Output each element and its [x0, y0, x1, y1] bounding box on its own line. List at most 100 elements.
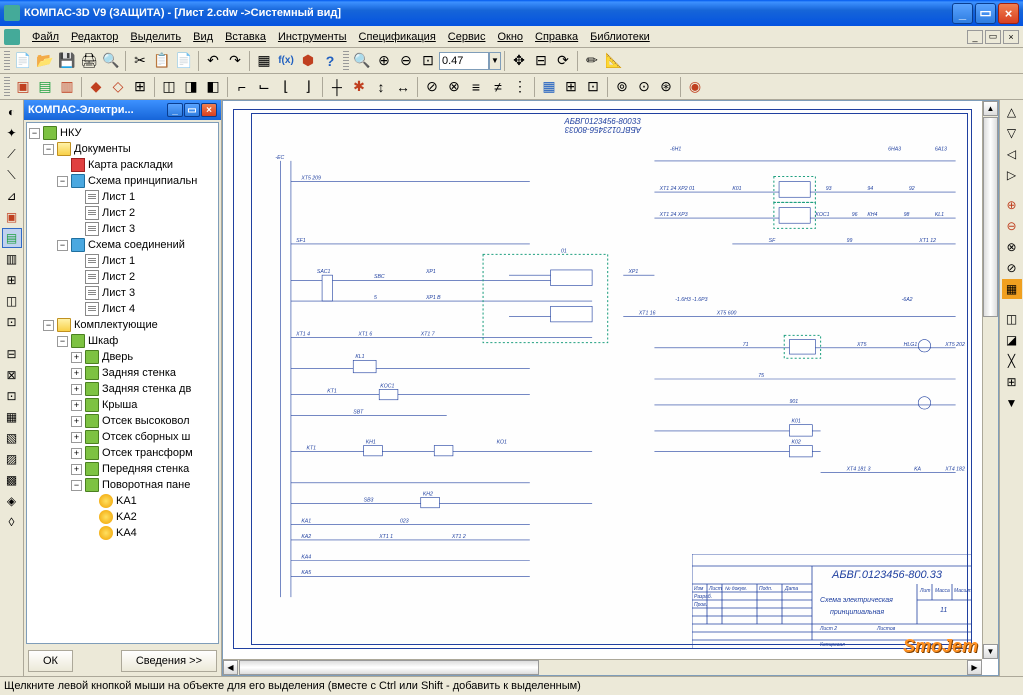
menu-help[interactable]: Справка — [529, 28, 584, 46]
menu-window[interactable]: Окно — [491, 28, 529, 46]
zoom-fit-button[interactable]: ⊡ — [417, 50, 439, 72]
tree-s1-sheet3[interactable]: Лист 3 — [29, 221, 216, 237]
zoom-prev-button[interactable]: ⊟ — [530, 50, 552, 72]
mdi-close[interactable]: × — [1003, 30, 1019, 44]
tree-s2-sheet3[interactable]: Лист 3 — [29, 285, 216, 301]
tree-layout[interactable]: Карта раскладки — [29, 157, 216, 173]
et-23[interactable]: ▦ — [538, 76, 560, 98]
zoom-input[interactable] — [439, 52, 489, 70]
scroll-down[interactable]: ▼ — [983, 644, 998, 659]
menu-insert[interactable]: Вставка — [219, 28, 272, 46]
tree-minimize[interactable]: _ — [167, 103, 183, 117]
et-12[interactable]: ⌊ — [275, 76, 297, 98]
drawing-canvas[interactable]: АБВГ0123456-80033 АБВГ0123456-80033 -EC … — [222, 100, 999, 676]
lt1-16[interactable]: ▧ — [2, 428, 22, 448]
et-11[interactable]: ⌙ — [253, 76, 275, 98]
tree-back1[interactable]: +Задняя стенка — [29, 365, 216, 381]
rt1-6[interactable]: ⊖ — [1002, 216, 1022, 236]
tree-ka4[interactable]: KA4 — [29, 525, 216, 541]
help-button[interactable]: ? — [319, 50, 341, 72]
menu-tools[interactable]: Инструменты — [272, 28, 353, 46]
et-17[interactable]: ↔ — [392, 76, 414, 98]
lt1-12[interactable]: ⊟ — [2, 344, 22, 364]
tree-schema2[interactable]: −Схема соединений — [29, 237, 216, 253]
mdi-minimize[interactable]: _ — [967, 30, 983, 44]
redo-button[interactable]: ↷ — [224, 50, 246, 72]
et-16[interactable]: ↕ — [370, 76, 392, 98]
lt1-17[interactable]: ▨ — [2, 449, 22, 469]
zoom-dropdown[interactable]: ▼ — [489, 52, 501, 70]
lt1-14[interactable]: ⊡ — [2, 386, 22, 406]
tree-s2-sheet1[interactable]: Лист 1 — [29, 253, 216, 269]
lt1-2[interactable]: ✦ — [2, 123, 22, 143]
tree-s1-sheet1[interactable]: Лист 1 — [29, 189, 216, 205]
lt1-11[interactable]: ⊡ — [2, 312, 22, 332]
et-10[interactable]: ⌐ — [231, 76, 253, 98]
et-28[interactable]: ⊛ — [655, 76, 677, 98]
scroll-left[interactable]: ◀ — [223, 660, 238, 675]
rt1-10[interactable]: ◫ — [1002, 309, 1022, 329]
lt1-8[interactable]: ▥ — [2, 249, 22, 269]
tree-s2-sheet2[interactable]: Лист 2 — [29, 269, 216, 285]
menu-lib[interactable]: Библиотеки — [584, 28, 656, 46]
lt1-7[interactable]: ▤ — [2, 228, 22, 248]
et-15[interactable]: ✱ — [348, 76, 370, 98]
rt1-12[interactable]: ╳ — [1002, 351, 1022, 371]
menu-select[interactable]: Выделить — [124, 28, 187, 46]
lt1-6[interactable]: ▣ — [2, 207, 22, 227]
lt1-10[interactable]: ◫ — [2, 291, 22, 311]
tree-s2-sheet4[interactable]: Лист 4 — [29, 301, 216, 317]
toolbar-handle[interactable] — [343, 51, 349, 71]
lt1-19[interactable]: ◈ — [2, 491, 22, 511]
tree-schema1[interactable]: −Схема принципиальн — [29, 173, 216, 189]
rt1-8[interactable]: ⊘ — [1002, 258, 1022, 278]
rt1-9[interactable]: ▦ — [1002, 279, 1022, 299]
paste-button[interactable]: 📄 — [173, 50, 195, 72]
tree-ka1[interactable]: KA1 — [29, 493, 216, 509]
toolbar-handle[interactable] — [4, 51, 10, 71]
lt1-15[interactable]: ▦ — [2, 407, 22, 427]
rt1-3[interactable]: ◁ — [1002, 144, 1022, 164]
tree-door[interactable]: +Дверь — [29, 349, 216, 365]
tool-a-button[interactable]: ✏ — [581, 50, 603, 72]
et-29[interactable]: ◉ — [684, 76, 706, 98]
tree-body[interactable]: −НКУ −Документы Карта раскладки −Схема п… — [26, 122, 219, 644]
scrollbar-vertical[interactable]: ▲ ▼ — [982, 101, 998, 659]
print-button[interactable]: 🖨 — [78, 50, 100, 72]
et-6[interactable]: ⊞ — [129, 76, 151, 98]
tree-s1-sheet2[interactable]: Лист 2 — [29, 205, 216, 221]
mdi-restore[interactable]: ▭ — [985, 30, 1001, 44]
et-13[interactable]: ⌋ — [297, 76, 319, 98]
et-5[interactable]: ◇ — [107, 76, 129, 98]
tree-close[interactable]: × — [201, 103, 217, 117]
menu-service[interactable]: Сервис — [442, 28, 492, 46]
zoom-out-button[interactable]: ⊖ — [395, 50, 417, 72]
menu-spec[interactable]: Спецификация — [353, 28, 442, 46]
undo-button[interactable]: ↶ — [202, 50, 224, 72]
et-25[interactable]: ⊡ — [582, 76, 604, 98]
tree-docs[interactable]: −Документы — [29, 141, 216, 157]
tree-maximize[interactable]: ▭ — [184, 103, 200, 117]
lt1-13[interactable]: ⊠ — [2, 365, 22, 385]
lt1-4[interactable]: ⟍ — [2, 165, 22, 185]
lt1-9[interactable]: ⊞ — [2, 270, 22, 290]
tree-trans[interactable]: +Отсек трансформ — [29, 445, 216, 461]
tree-cabinet[interactable]: −Шкаф — [29, 333, 216, 349]
et-24[interactable]: ⊞ — [560, 76, 582, 98]
lt1-1[interactable]: ◐ — [2, 102, 22, 122]
et-7[interactable]: ◫ — [158, 76, 180, 98]
lt1-5[interactable]: ⊿ — [2, 186, 22, 206]
vars-button[interactable]: ⬢ — [297, 50, 319, 72]
maximize-button[interactable]: ▭ — [975, 3, 996, 24]
rt1-5[interactable]: ⊕ — [1002, 195, 1022, 215]
toolbar-handle[interactable] — [4, 77, 10, 97]
scroll-up[interactable]: ▲ — [983, 101, 998, 116]
save-button[interactable]: 💾 — [56, 50, 78, 72]
et-21[interactable]: ≠ — [487, 76, 509, 98]
et-18[interactable]: ⊘ — [421, 76, 443, 98]
lt1-20[interactable]: ◊ — [2, 512, 22, 532]
et-3[interactable]: ▥ — [56, 76, 78, 98]
rt1-14[interactable]: ▼ — [1002, 393, 1022, 413]
rt1-11[interactable]: ◪ — [1002, 330, 1022, 350]
et-8[interactable]: ◨ — [180, 76, 202, 98]
